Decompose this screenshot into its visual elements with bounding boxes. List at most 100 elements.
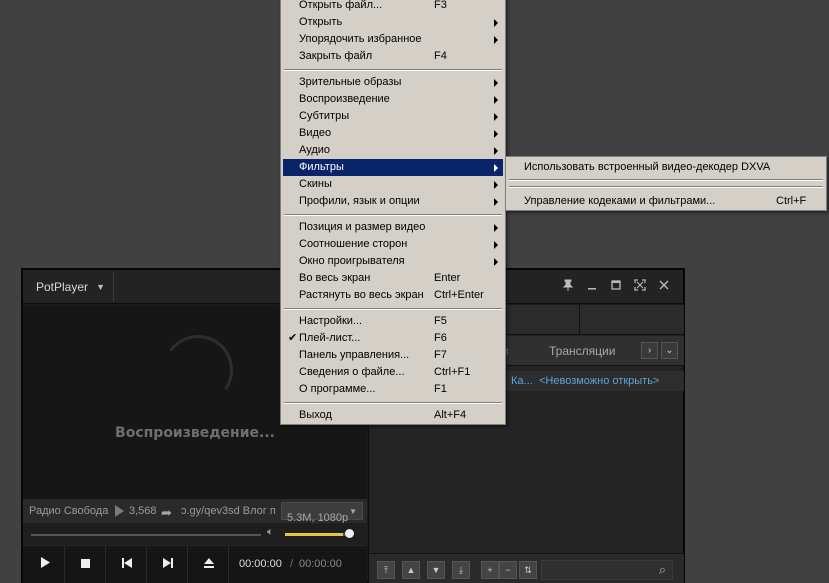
menu-item-label: Во весь экран [299, 272, 371, 284]
menu-item-shortcut: Alt+F4 [434, 409, 467, 421]
loading-spinner [157, 329, 239, 411]
menu-item-exit[interactable]: Выход Alt+F4 [283, 407, 503, 424]
menu-item-label: Окно проигрывателя [299, 255, 405, 267]
menu-item-skins[interactable]: Скины [283, 176, 503, 193]
stop-icon [81, 559, 90, 568]
menu-item-profiles[interactable]: Профили, язык и опции [283, 193, 503, 210]
add-icon[interactable]: + [481, 561, 499, 579]
current-time: 00:00:00 [239, 558, 282, 570]
menu-item-aspect-ratio[interactable]: Соотношение сторон [283, 236, 503, 253]
playlist-item-name: Ка... [511, 375, 533, 387]
playlist-toolbar: ⤒ ▲ ▼ ⤓ + − ⇅ ⌕ [369, 553, 684, 583]
menu-item-shortcut: F4 [434, 50, 447, 62]
sort-icon[interactable]: ⇅ [519, 561, 537, 579]
menu-item-file-info[interactable]: Сведения о файле... Ctrl+F1 [283, 364, 503, 381]
menu-item-label: Профили, язык и опции [299, 195, 420, 207]
menu-item-codec-manager[interactable]: Управление кодеками и фильтрами... Ctrl+… [508, 193, 824, 210]
maximize-icon[interactable] [605, 276, 627, 298]
chevron-down-icon[interactable]: ⌄ [661, 342, 678, 359]
play-button[interactable] [25, 546, 65, 583]
menu-item-video[interactable]: Видео [283, 125, 503, 142]
menu-separator [509, 186, 823, 188]
fullscreen-icon[interactable] [629, 276, 651, 298]
volume-slider[interactable] [285, 533, 349, 536]
menu-item-label: Скины [299, 178, 332, 190]
menu-item-label: Использовать встроенный видео-декодер DX… [524, 161, 771, 173]
divider [579, 305, 580, 335]
menu-item-player-window[interactable]: Окно проигрывателя [283, 253, 503, 270]
menu-item-open[interactable]: Открыть [283, 14, 503, 31]
menu-item-settings[interactable]: Настройки... F5 [283, 313, 503, 330]
move-top-icon[interactable]: ⤒ [377, 561, 395, 579]
speaker-icon[interactable]: 🔈︎ [267, 526, 274, 539]
menu-item-label: Видео [299, 127, 332, 139]
menu-item-about[interactable]: О программе... F1 [283, 381, 503, 398]
move-bottom-icon[interactable]: ⤓ [452, 561, 470, 579]
menu-item-label: Открыть [299, 16, 343, 28]
menu-item-label: Панель управления... [299, 349, 410, 361]
menu-item-subtitles[interactable]: Субтитры [283, 108, 503, 125]
menu-item-shortcut: F5 [434, 315, 447, 327]
submenu-arrow-icon [494, 224, 498, 232]
menu-item-playlist[interactable]: ✔ Плей-лист... F6 [283, 330, 503, 347]
menu-item-playback[interactable]: Воспроизведение [283, 91, 503, 108]
previous-icon [121, 558, 132, 568]
menu-item-audio[interactable]: Аудио [283, 142, 503, 159]
quality-dropdown[interactable]: 5.3M, 1080p ▼ [281, 502, 363, 524]
submenu-arrow-icon [494, 130, 498, 138]
menu-item-visualizations[interactable]: Зрительные образы [283, 74, 503, 91]
app-name: PotPlayer [36, 280, 89, 294]
chevron-down-icon: ▼ [96, 282, 105, 292]
next-button[interactable] [148, 546, 188, 583]
submenu-arrow-icon [494, 79, 498, 87]
menu-item-video-position[interactable]: Позиция и размер видео [283, 219, 503, 236]
menu-item-label: Открыть файл... [299, 0, 383, 11]
menu-item-filters[interactable]: Фильтры [283, 159, 503, 176]
search-icon[interactable]: ⌕ [659, 562, 666, 578]
filters-submenu: Использовать встроенный видео-декодер DX… [505, 156, 827, 211]
menu-item-label: Воспроизведение [299, 93, 390, 105]
play-icon [40, 557, 50, 568]
app-menu-button[interactable]: PotPlayer ▼ [26, 272, 114, 302]
time-separator: / [290, 558, 294, 570]
menu-item-control-panel[interactable]: Панель управления... F7 [283, 347, 503, 364]
menu-item-shortcut: Ctrl+F1 [434, 366, 471, 378]
menu-item-label: Фильтры [299, 161, 344, 173]
menu-item-open-file[interactable]: Открыть файл... F3 [283, 0, 503, 14]
submenu-arrow-icon [494, 258, 498, 266]
pin-icon[interactable] [557, 276, 579, 298]
share-icon: ➦ [161, 505, 172, 520]
next-icon [162, 558, 173, 568]
previous-button[interactable] [107, 546, 147, 583]
submenu-arrow-icon [494, 36, 498, 44]
seek-bar[interactable] [31, 534, 261, 536]
checkmark-icon: ✔ [288, 332, 298, 344]
media-url: ɔ.gy/qev3sd Влог п [181, 505, 276, 517]
menu-item-stretch-fullscreen[interactable]: Растянуть во весь экран Ctrl+Enter [283, 287, 503, 304]
menu-item-shortcut: F3 [434, 0, 447, 11]
submenu-arrow-icon [494, 198, 498, 206]
eject-button[interactable] [189, 546, 229, 583]
menu-item-shortcut: F1 [434, 383, 447, 395]
move-up-icon[interactable]: ▲ [402, 561, 420, 579]
stop-button[interactable] [66, 546, 106, 583]
menu-item-dxva-decoder[interactable]: Использовать встроенный видео-декодер DX… [508, 159, 824, 176]
menu-item-label: Субтитры [299, 110, 350, 122]
menu-item-shortcut: Ctrl+F [776, 195, 807, 207]
seek-row: 🔈︎ [23, 523, 367, 545]
remove-icon[interactable]: − [499, 561, 517, 579]
menu-item-shortcut: F7 [434, 349, 447, 361]
minimize-icon[interactable] [581, 276, 603, 298]
menu-item-close-file[interactable]: Закрыть файл F4 [283, 48, 503, 65]
chevron-right-icon[interactable]: › [641, 342, 658, 359]
submenu-arrow-icon [494, 241, 498, 249]
tab-broadcasts[interactable]: Трансляции [549, 344, 615, 358]
close-icon[interactable] [653, 276, 675, 298]
move-down-icon[interactable]: ▼ [427, 561, 445, 579]
volume-handle[interactable] [345, 529, 354, 538]
menu-item-fullscreen[interactable]: Во весь экран Enter [283, 270, 503, 287]
playback-status: Воспроизведение... [115, 425, 275, 441]
menu-item-favorites[interactable]: Упорядочить избранное [283, 31, 503, 48]
total-time: 00:00:00 [299, 558, 342, 570]
search-input[interactable]: ⌕ [541, 560, 673, 580]
